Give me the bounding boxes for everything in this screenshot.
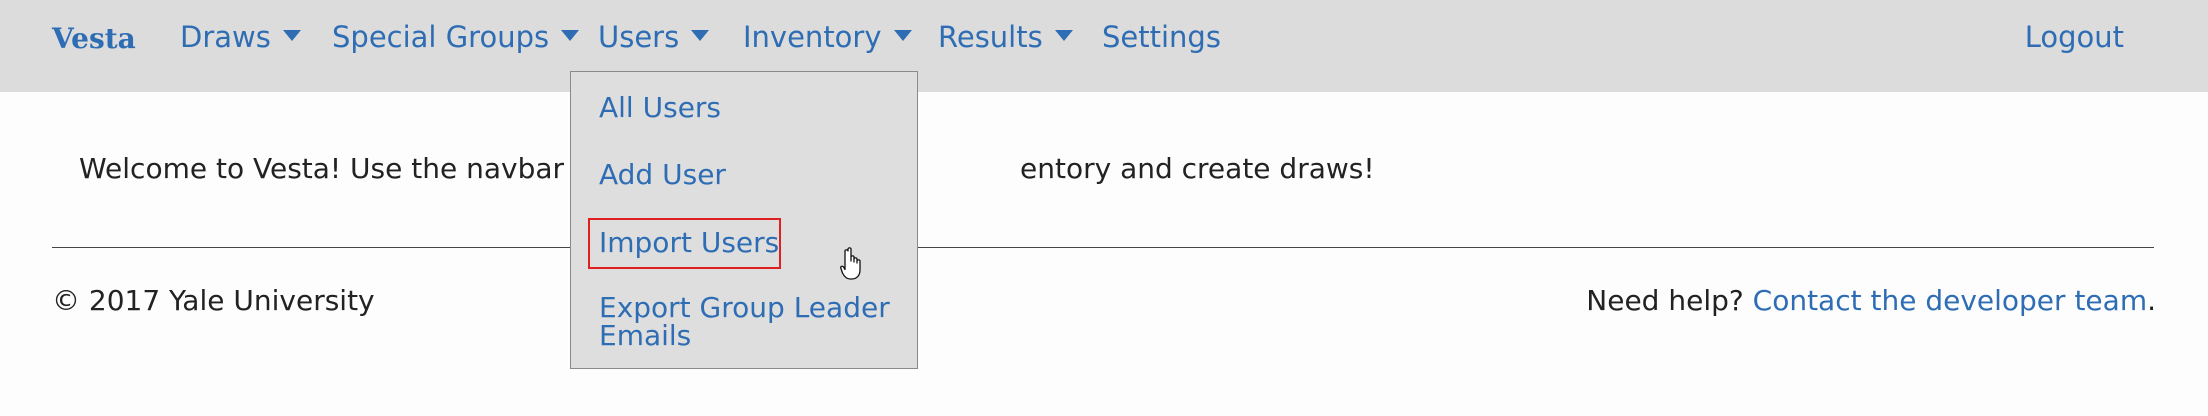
help-prefix: Need help? (1586, 284, 1753, 317)
caret-down-icon (893, 29, 912, 41)
caret-down-icon (691, 29, 710, 41)
menu-item-all-users[interactable]: All Users (599, 94, 721, 122)
nav-special-groups-label: Special Groups (332, 20, 550, 54)
hand-pointer-icon (840, 247, 861, 280)
contact-developer-link[interactable]: Contact the developer team (1753, 284, 2147, 317)
menu-item-add-user[interactable]: Add User (599, 161, 726, 189)
help-suffix: . (2147, 284, 2156, 317)
nav-draws[interactable]: Draws (180, 20, 301, 54)
nav-settings-label: Settings (1102, 20, 1221, 54)
menu-item-import-users[interactable]: Import Users (599, 229, 779, 257)
navbar: Vesta Draws Special Groups Users Invento… (0, 0, 2208, 92)
caret-down-icon (1054, 29, 1073, 41)
nav-settings[interactable]: Settings (1102, 20, 1221, 54)
users-dropdown-menu: All Users Add User Import Users Export G… (570, 71, 918, 369)
nav-special-groups[interactable]: Special Groups (332, 20, 580, 54)
nav-users-label: Users (598, 20, 680, 54)
caret-down-icon (561, 29, 580, 41)
caret-down-icon (282, 29, 301, 41)
logout-link[interactable]: Logout (2025, 20, 2124, 54)
brand-logo[interactable]: Vesta (52, 22, 136, 55)
welcome-text-right: entory and create draws! (1020, 152, 1375, 185)
nav-inventory-label: Inventory (743, 20, 882, 54)
nav-inventory[interactable]: Inventory (743, 20, 912, 54)
welcome-text-left: Welcome to Vesta! Use the navbar abo (79, 152, 625, 185)
menu-item-export-group-leader-emails[interactable]: Export Group Leader Emails (599, 294, 899, 350)
nav-results-label: Results (938, 20, 1043, 54)
footer-copyright: © 2017 Yale University (52, 284, 375, 317)
nav-draws-label: Draws (180, 20, 271, 54)
nav-results[interactable]: Results (938, 20, 1073, 54)
nav-users[interactable]: Users (598, 20, 710, 54)
footer-help: Need help? Contact the developer team. (1586, 284, 2156, 317)
footer-divider (52, 247, 2154, 248)
